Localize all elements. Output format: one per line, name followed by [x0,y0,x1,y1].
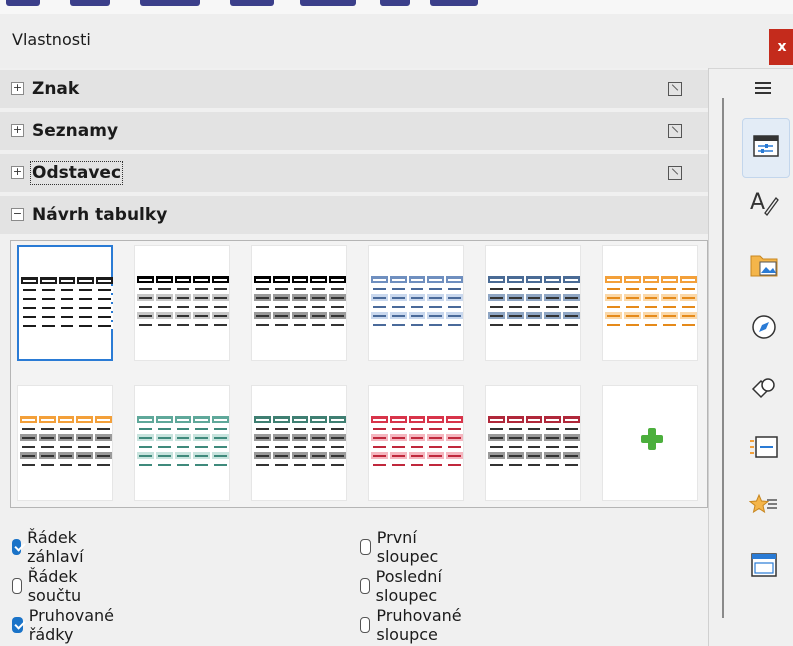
styles-icon: A [749,189,779,221]
more-options-icon[interactable] [668,166,682,180]
table-preview [605,276,697,328]
section-title: Seznamy [32,121,119,141]
add-icon [641,428,663,450]
manage-changes-icon [751,553,777,581]
tab-navigator[interactable] [744,310,784,348]
checkbox[interactable] [12,539,22,555]
tab-shapes[interactable] [744,372,784,410]
table-style-light-blue[interactable] [368,245,464,361]
expand-icon[interactable]: + [11,166,24,179]
table-style-black-header[interactable] [134,245,230,361]
checkbox[interactable] [12,578,22,594]
table-style-default-style[interactable] [17,245,113,361]
table-style-dark-red[interactable] [485,385,581,501]
option-4[interactable]: Poslední sloupec [360,567,448,605]
svg-text:A: A [750,190,765,215]
close-button[interactable]: x [769,29,793,65]
option-label: Řádek záhlaví [27,528,84,566]
gallery-icon [749,252,779,282]
panel-divider [708,68,709,646]
tab-manage-changes[interactable] [744,548,784,586]
collapse-icon[interactable]: − [11,208,24,221]
section-title: Znak [32,79,80,99]
option-label: Poslední sloupec [375,567,442,605]
checkbox[interactable] [360,617,371,633]
checkbox[interactable] [360,539,371,555]
table-style-dark-teal[interactable] [251,385,347,501]
expand-icon[interactable]: + [11,124,24,137]
section-title: Návrh tabulky [32,205,168,225]
table-style-gallery [10,240,708,508]
section-title: Odstavec [29,161,124,185]
style-inspector-icon [748,492,779,522]
table-preview [488,416,580,468]
table-style-teal[interactable] [134,385,230,501]
section-character[interactable]: + Znak [0,70,708,108]
background-document-strip [0,0,793,14]
section-lists[interactable]: + Seznamy [0,112,708,150]
table-preview [254,276,346,328]
option-1[interactable]: Řádek záhlaví [12,528,91,566]
table-style-dark-blue[interactable] [485,245,581,361]
table-preview [137,416,229,468]
tab-page[interactable] [744,430,784,468]
table-preview [21,277,113,329]
table-preview [371,276,463,328]
option-label: Řádek součtu [27,567,82,605]
sidebar-deck-titlebar: Vlastnosti x [0,14,793,69]
table-preview [254,416,346,468]
tab-styles[interactable]: A [744,186,784,224]
option-2[interactable]: První sloupec [360,528,444,566]
more-options-icon[interactable] [668,82,682,96]
checkbox[interactable] [12,617,23,633]
table-style-orange-gray[interactable] [17,385,113,501]
table-style-orange[interactable] [602,245,698,361]
option-3[interactable]: Řádek součtu [12,567,87,605]
table-style-add-new-style[interactable] [602,385,698,501]
option-label: První sloupec [376,528,439,566]
option-6[interactable]: Pruhované sloupce [360,606,467,644]
section-paragraph[interactable]: + Odstavec [0,154,708,192]
shapes-icon [749,375,779,407]
tab-menu[interactable] [744,70,784,108]
scrollbar[interactable] [722,98,724,618]
tab-style-inspector[interactable] [744,488,784,526]
tab-gallery[interactable] [744,248,784,286]
table-preview [20,416,112,468]
table-preview [488,276,580,328]
option-label: Pruhované sloupce [376,606,462,644]
table-style-red[interactable] [368,385,464,501]
option-5[interactable]: Pruhované řádky [12,606,119,644]
tab-properties[interactable] [742,118,790,178]
properties-icon [753,135,779,161]
more-options-icon[interactable] [668,124,682,138]
section-table-design[interactable]: − Návrh tabulky [0,196,708,234]
menu-icon [755,80,773,99]
expand-icon[interactable]: + [11,82,24,95]
page-icon [749,435,779,463]
option-label: Pruhované řádky [28,606,115,644]
checkbox[interactable] [360,578,370,594]
table-style-black-header-dark[interactable] [251,245,347,361]
sidebar-tabbar: A [736,68,793,646]
deck-title: Vlastnosti [12,30,91,49]
table-preview [371,416,463,468]
navigator-icon [750,313,778,345]
table-preview [137,276,229,328]
